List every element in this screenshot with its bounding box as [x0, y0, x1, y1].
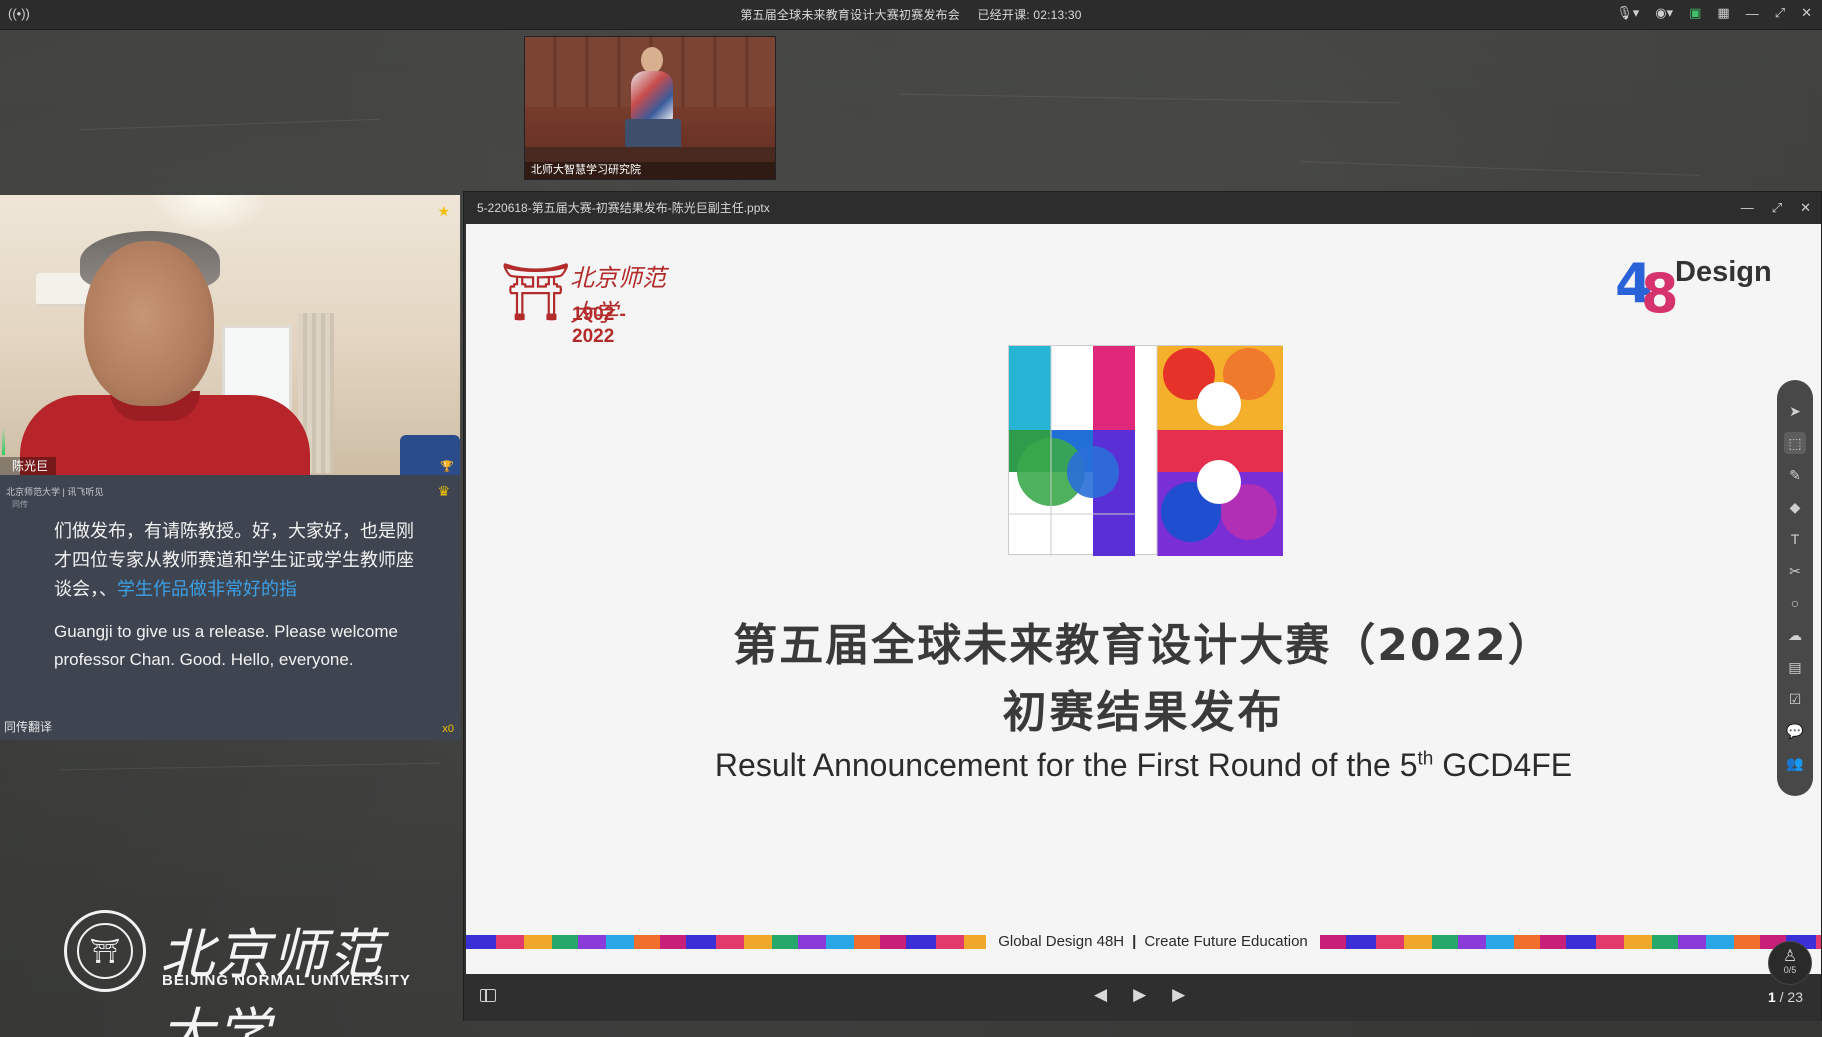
cloud-icon[interactable]: ☁ — [1784, 624, 1806, 646]
session-name: 第五届全球未来教育设计大赛初赛发布会 — [740, 8, 960, 22]
translation-footer-label: 同传翻译 — [4, 720, 53, 734]
sidebar-toggle-icon[interactable] — [480, 989, 496, 1002]
page-current: 1 — [1767, 989, 1776, 1005]
bnu-logo: ⛩ 北京师范大学 BEIJING NORMAL UNIVERSITY — [64, 906, 434, 1037]
presenter-head — [641, 47, 663, 73]
crown-icon: ♛ — [437, 483, 450, 499]
translation-chinese-text: 们做发布，有请陈教授。好，大家好，也是刚才四位专家从教师赛道和学生证或学生教师座… — [54, 517, 414, 604]
translation-subheader: 同传 — [12, 500, 28, 509]
footer-separator: | — [1132, 933, 1137, 950]
circle-icon[interactable]: ○ — [1784, 592, 1806, 614]
elapsed-time: 已经开课: 02:13:30 — [977, 8, 1082, 22]
next-icon[interactable]: ▶ — [1172, 985, 1185, 1005]
grid-icon[interactable]: ▦ — [1717, 5, 1729, 21]
close-icon[interactable]: ✕ — [1800, 192, 1811, 224]
slide-title-chinese-line2: 初赛结果发布 — [1002, 687, 1285, 738]
raise-hand-count: 0/5 — [1783, 965, 1797, 975]
slide-bottom-bar: ◀ ▶ ▶ 1 / 23 — [464, 975, 1821, 1021]
footer-right-text: Create Future Education — [1144, 933, 1308, 950]
person-icon: ♙ — [1782, 948, 1798, 965]
prev-icon[interactable]: ◀ — [1094, 985, 1107, 1005]
translation-panel: 北京师范大学 | 讯飞听见 同传 ♛ 们做发布，有请陈教授。好，大家好，也是刚才… — [0, 475, 460, 740]
footer-left-text: Global Design 48H — [998, 933, 1125, 950]
slide-viewer-window: 5-220618-第五届大赛-初赛结果发布-陈光巨副主任.pptx — ⤢ ✕ … — [463, 191, 1822, 1021]
professor-video-tile[interactable]: ★ 陈光巨 🏆 — [0, 195, 460, 475]
bnu-gate-icon: ⛩ — [500, 260, 572, 325]
crown-icon: ★ — [437, 203, 450, 219]
top-controls: 🎙▾ ◉▾ ▣ ▦ — ⤢ ✕ — [1616, 5, 1812, 21]
trophy-count: x0 — [442, 723, 454, 735]
slide-filename: 5-220618-第五届大赛-初赛结果发布-陈光巨副主任.pptx — [477, 201, 770, 215]
mic-level-indicator — [2, 427, 5, 455]
scissors-icon[interactable]: ✂ — [1784, 560, 1806, 582]
chat-icon[interactable]: 💬 — [1784, 720, 1806, 742]
professor-name-tag: 陈光巨 — [0, 457, 57, 475]
users-icon[interactable]: 👥 — [1784, 752, 1806, 774]
logo-digit-8: 8 — [1641, 262, 1679, 325]
text-icon[interactable]: T — [1784, 528, 1806, 550]
slide-navigation: ◀ ▶ ▶ — [1094, 985, 1185, 1005]
annotation-toolbar: ➤ ⬚ ✎ ◆ T ✂ ○ ☁ ▤ ☑ 💬 👥 — [1777, 380, 1813, 796]
presenter-body — [631, 71, 673, 121]
design-word: Design — [1675, 256, 1772, 288]
top-bar: ((•)) 第五届全球未来教育设计大赛初赛发布会 已经开课: 02:13:30 … — [0, 0, 1822, 30]
mosaic-48-graphic — [1008, 345, 1283, 556]
pointer-icon[interactable]: ➤ — [1784, 400, 1806, 422]
translation-header: 北京师范大学 | 讯飞听见 — [6, 487, 104, 497]
box-icon[interactable]: ▤ — [1784, 656, 1806, 678]
zh-text-highlight: 学生作品做非常好的指 — [117, 579, 297, 600]
record-icon[interactable]: ▣ — [1689, 5, 1701, 21]
teacher-cam-label: 北师大智慧学习研究院 — [525, 162, 775, 179]
close-icon[interactable]: ✕ — [1801, 5, 1812, 21]
slide-pager: 1 / 23 — [1768, 989, 1803, 1005]
mic-icon[interactable]: 🎙▾ — [1616, 5, 1639, 21]
title-en-main: Result Announcement for the First Round … — [714, 747, 1418, 783]
teacher-video-tile[interactable]: 北师大智慧学习研究院 — [524, 36, 776, 180]
eraser-icon[interactable]: ◆ — [1784, 496, 1806, 518]
slide-bnu-badge: ⛩ 北京师范大学 1902 - 2022 — [500, 258, 670, 347]
session-title: 第五届全球未来教育设计大赛初赛发布会 已经开课: 02:13:30 — [740, 6, 1081, 23]
fullscreen-icon[interactable]: ⤢ — [1775, 5, 1785, 21]
page-total: / 23 — [1779, 989, 1803, 1005]
slide-footer-text: Global Design 48H | Create Future Educatio… — [986, 927, 1320, 957]
translation-english-text: Guangji to give us a release. Please wel… — [54, 622, 398, 669]
minimize-icon[interactable]: — — [1741, 192, 1754, 224]
trophy-icon: 🏆 — [440, 461, 454, 473]
mosaic-svg — [1009, 346, 1283, 556]
edit-icon[interactable]: ☑ — [1784, 688, 1806, 710]
slide-bnu-years: 1902 - 2022 — [572, 304, 626, 347]
slide-window-controls: — ⤢ ✕ — [1741, 192, 1811, 224]
title-en-suffix: GCD4FE — [1433, 747, 1573, 783]
design-48-logo: 4 8 Design — [1615, 252, 1775, 332]
ceiling-light — [150, 195, 270, 235]
fullscreen-icon[interactable]: ⤢ — [1772, 192, 1782, 224]
laptop — [625, 119, 681, 149]
slide-title-english: Result Announcement for the First Round … — [466, 747, 1821, 784]
seal-inner: ⛩ — [77, 923, 133, 979]
slide-title-chinese-line1: 第五届全球未来教育设计大赛（2022） — [733, 620, 1554, 671]
play-icon[interactable]: ▶ — [1133, 985, 1146, 1005]
raise-hand-button[interactable]: ♙ 0/5 — [1768, 941, 1812, 985]
camera-icon[interactable]: ◉▾ — [1655, 5, 1673, 21]
title-en-superscript: th — [1417, 748, 1434, 770]
bnu-seal-icon: ⛩ — [64, 910, 146, 992]
pen-icon[interactable]: ✎ — [1784, 464, 1806, 486]
select-icon[interactable]: ⬚ — [1784, 432, 1806, 454]
slide-titlebar: 5-220618-第五届大赛-初赛结果发布-陈光巨副主任.pptx — ⤢ ✕ — [464, 192, 1821, 224]
presentation-slide: ⛩ 北京师范大学 1902 - 2022 4 8 Design 第五届全球未来教… — [466, 224, 1821, 974]
speaker-face — [84, 241, 214, 406]
live-icon: ((•)) — [8, 6, 30, 21]
minimize-icon[interactable]: — — [1746, 6, 1759, 21]
bnu-name-english: BEIJING NORMAL UNIVERSITY — [162, 972, 411, 989]
